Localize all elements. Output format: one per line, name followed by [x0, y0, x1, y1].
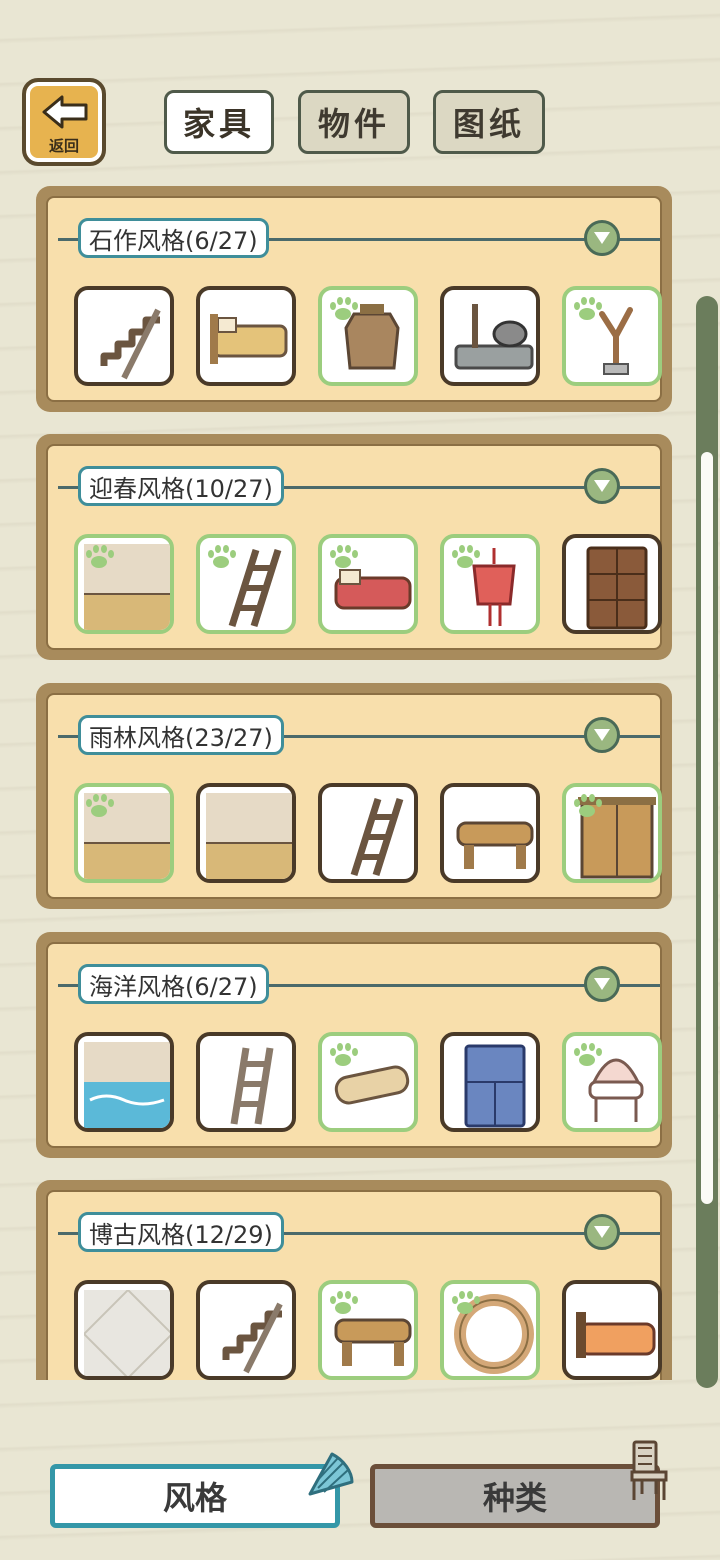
collapse-toggle-icon[interactable] — [584, 1214, 620, 1250]
paw-print-icon — [452, 1291, 480, 1314]
paw-print-icon — [86, 545, 114, 568]
stone-stove-icon — [454, 304, 534, 370]
paw-print-icon — [452, 545, 480, 568]
furniture-item[interactable] — [196, 783, 296, 883]
furniture-item[interactable] — [196, 286, 296, 386]
paw-print-icon — [208, 545, 236, 568]
back-label: 返回 — [48, 137, 79, 155]
category-title: 雨林风格(23/27) — [78, 715, 284, 755]
category-panel-body: 海洋风格(6/27) — [46, 942, 662, 1148]
log-bench-icon — [456, 821, 534, 869]
category-title: 石作风格(6/27) — [78, 218, 269, 258]
paw-print-icon — [330, 545, 358, 568]
seashell-icon — [308, 1452, 354, 1496]
furniture-item[interactable] — [318, 783, 418, 883]
tab-kind[interactable]: 种类 — [370, 1464, 660, 1528]
furniture-item[interactable] — [440, 783, 540, 883]
category-panel: 迎春风格(10/27) — [36, 434, 672, 660]
category-title: 博古风格(12/29) — [78, 1212, 284, 1252]
furniture-item[interactable] — [318, 286, 418, 386]
paw-print-icon — [574, 297, 602, 320]
collapse-toggle-icon[interactable] — [584, 966, 620, 1002]
furniture-item[interactable] — [562, 1280, 662, 1380]
back-button[interactable]: 返回 — [22, 78, 106, 166]
category-panel: 海洋风格(6/27) — [36, 932, 672, 1158]
tile-floor-icon — [84, 1290, 170, 1376]
bed-icon — [210, 314, 288, 364]
scrollbar-thumb[interactable] — [701, 452, 713, 1204]
furniture-item[interactable] — [440, 1032, 540, 1132]
category-title: 迎春风格(10/27) — [78, 466, 284, 506]
stairs-icon — [222, 1302, 283, 1374]
paw-print-icon — [86, 794, 114, 817]
collapse-toggle-icon[interactable] — [584, 220, 620, 256]
category-panel-body: 迎春风格(10/27) — [46, 444, 662, 650]
scrollbar[interactable] — [696, 296, 718, 1388]
paw-print-icon — [574, 1043, 602, 1066]
category-title: 海洋风格(6/27) — [78, 964, 269, 1004]
paw-print-icon — [330, 297, 358, 320]
category-panel: 雨林风格(23/27) — [36, 683, 672, 909]
furniture-item[interactable] — [318, 1032, 418, 1132]
tab-style[interactable]: 风格 — [50, 1464, 340, 1528]
furniture-item[interactable] — [74, 1280, 174, 1380]
stairs-icon — [100, 308, 161, 380]
cabinet-icon — [586, 546, 648, 630]
furniture-item[interactable] — [440, 286, 540, 386]
furniture-item[interactable] — [196, 534, 296, 634]
category-panel: 博古风格(12/29) — [36, 1180, 672, 1380]
furniture-item[interactable] — [74, 783, 174, 883]
blue-cabinet-icon — [464, 1044, 526, 1128]
chair-icon — [630, 1440, 668, 1500]
category-panel-body: 雨林风格(23/27) — [46, 693, 662, 899]
furniture-item[interactable] — [440, 1280, 540, 1380]
white-ladder-icon — [230, 1047, 274, 1125]
category-panel-body: 博古风格(12/29) — [46, 1190, 662, 1380]
furniture-item[interactable] — [196, 1032, 296, 1132]
furniture-item[interactable] — [440, 534, 540, 634]
category-panel: 石作风格(6/27) — [36, 186, 672, 412]
paw-print-icon — [330, 1043, 358, 1066]
furniture-item[interactable] — [318, 534, 418, 634]
paw-print-icon — [330, 1291, 358, 1314]
furniture-item[interactable] — [318, 1280, 418, 1380]
furniture-item[interactable] — [562, 286, 662, 386]
furniture-item[interactable] — [562, 534, 662, 634]
furniture-item[interactable] — [74, 534, 174, 634]
category-panel-body: 石作风格(6/27) — [46, 196, 662, 402]
collapse-toggle-icon[interactable] — [584, 717, 620, 753]
ladder-icon — [350, 797, 404, 877]
furniture-item[interactable] — [562, 783, 662, 883]
tab-blueprints[interactable]: 图纸 — [433, 90, 545, 154]
orange-bed-icon — [576, 1312, 656, 1358]
collapse-toggle-icon[interactable] — [584, 468, 620, 504]
tab-objects[interactable]: 物件 — [298, 90, 410, 154]
furniture-item[interactable] — [74, 1032, 174, 1132]
back-arrow-icon — [42, 95, 88, 129]
paw-print-icon — [574, 794, 602, 817]
furniture-item[interactable] — [196, 1280, 296, 1380]
floor-wall-icon — [206, 793, 292, 879]
furniture-item[interactable] — [74, 286, 174, 386]
pool-floor-icon — [84, 1042, 170, 1128]
category-list[interactable]: 石作风格(6/27) 迎春风格(10/27) 雨林风格(23/27) 海洋风格(6/2… — [0, 180, 700, 1380]
tab-furniture[interactable]: 家具 — [164, 90, 274, 154]
furniture-item[interactable] — [562, 1032, 662, 1132]
